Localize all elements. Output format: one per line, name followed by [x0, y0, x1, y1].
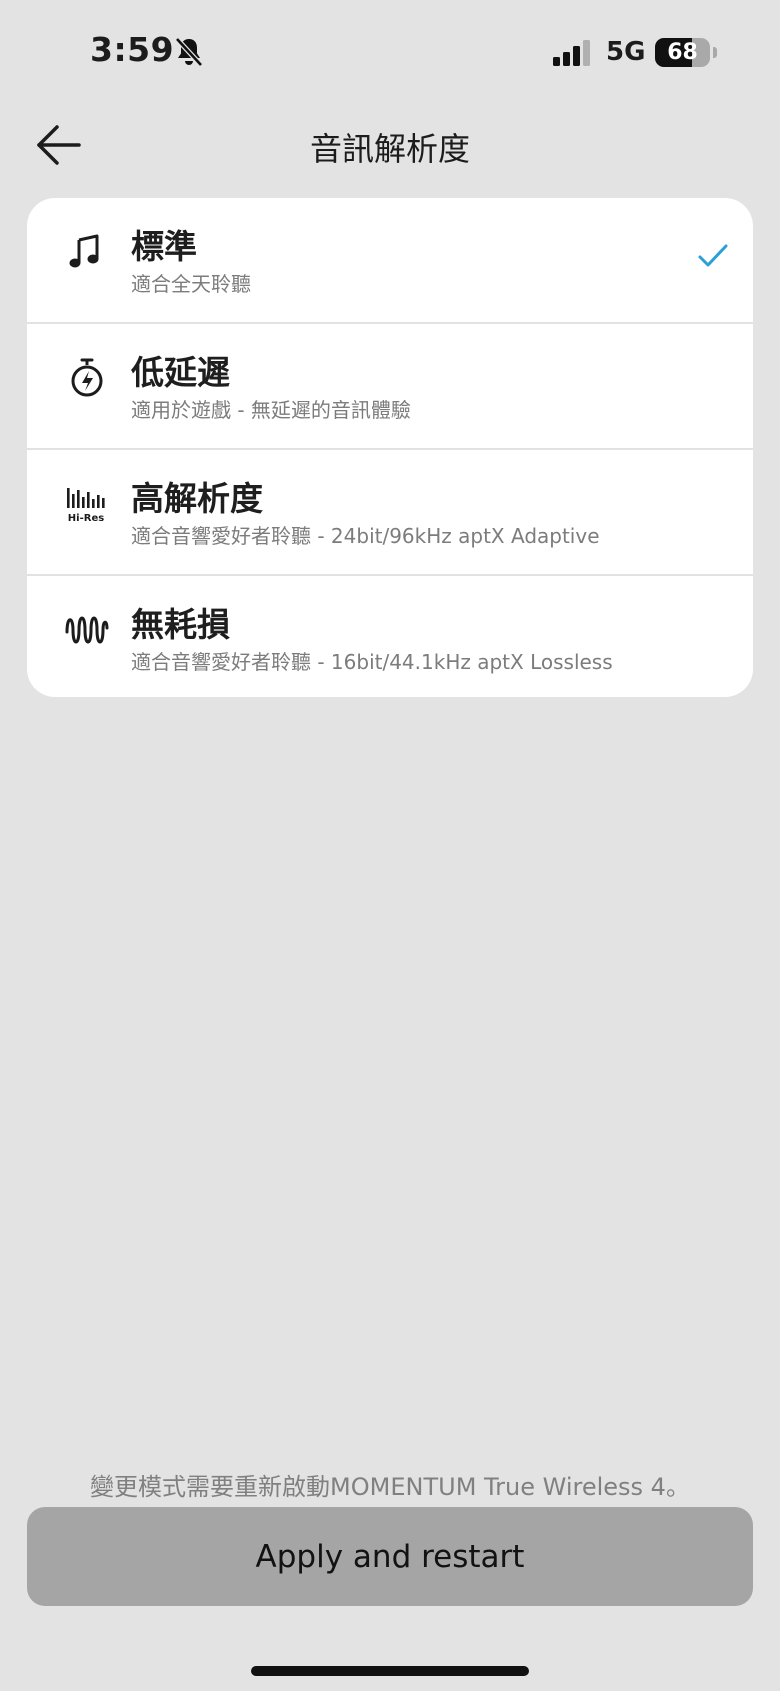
battery-icon: 68 [655, 38, 717, 67]
status-time: 3:59 [90, 30, 175, 69]
restart-notice: 變更模式需要重新啟動MOMENTUM True Wireless 4。 [90, 1473, 690, 1501]
network-type: 5G [606, 37, 646, 67]
resolution-options-card: 標準 適合全天聆聽 低延遲 適用於遊戲 - 無延遲的音訊體驗 Hi-Res 高解… [27, 198, 753, 697]
option-low-latency[interactable]: 低延遲 適用於遊戲 - 無延遲的音訊體驗 [27, 324, 753, 449]
option-subtitle: 適合全天聆聽 [131, 272, 251, 296]
home-indicator[interactable] [251, 1666, 529, 1676]
option-subtitle: 適合音響愛好者聆聽 - 16bit/44.1kHz aptX Lossless [131, 650, 613, 674]
stopwatch-lightning-icon [71, 358, 103, 397]
cellular-signal-icon [553, 40, 590, 66]
battery-percentage: 68 [667, 40, 698, 65]
waveform-icon [65, 616, 109, 644]
option-title: 標準 [131, 227, 197, 266]
checkmark-icon [698, 244, 728, 267]
option-subtitle: 適合音響愛好者聆聽 - 24bit/96kHz aptX Adaptive [131, 524, 600, 548]
apply-and-restart-button[interactable]: Apply and restart [27, 1507, 753, 1606]
hi-res-icon: Hi-Res [67, 488, 105, 524]
option-lossless[interactable]: 無耗損 適合音響愛好者聆聽 - 16bit/44.1kHz aptX Lossl… [27, 576, 753, 697]
page-title: 音訊解析度 [309, 130, 470, 168]
option-title: 無耗損 [131, 605, 230, 644]
music-note-icon [69, 234, 99, 268]
option-high-resolution[interactable]: Hi-Res 高解析度 適合音響愛好者聆聽 - 24bit/96kHz aptX… [27, 450, 753, 575]
option-subtitle: 適用於遊戲 - 無延遲的音訊體驗 [131, 398, 411, 422]
option-title: 高解析度 [131, 479, 263, 518]
option-standard[interactable]: 標準 適合全天聆聽 [27, 198, 753, 323]
option-title: 低延遲 [131, 353, 230, 392]
bell-muted-icon [175, 37, 203, 67]
status-bar: 3:59 5G 68 [0, 0, 780, 105]
nav-header: 音訊解析度 [0, 110, 780, 180]
hi-res-label: Hi-Res [68, 513, 104, 524]
